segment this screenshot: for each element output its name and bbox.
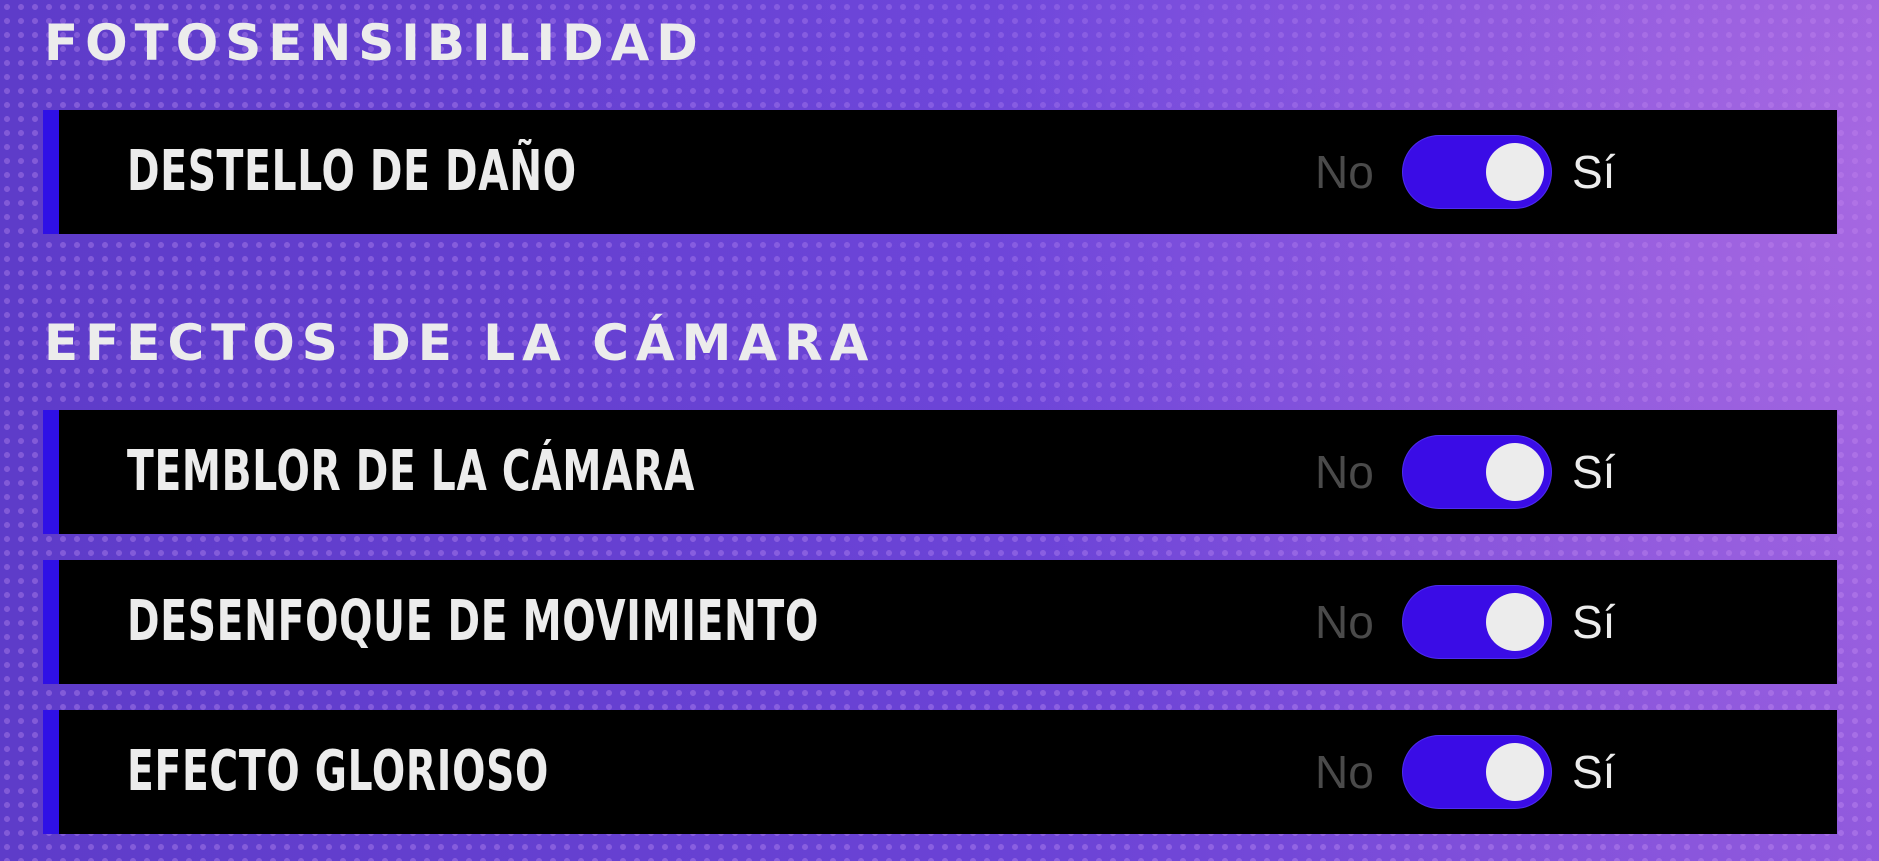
section-title-fotosensibilidad: FOTOSENSIBILIDAD: [44, 14, 705, 72]
toggle-knob: [1486, 143, 1544, 201]
setting-label: TEMBLOR DE LA CÁMARA: [127, 439, 696, 504]
option-no-label: No: [1315, 746, 1374, 798]
setting-row-destello-de-dano[interactable]: DESTELLO DE DAÑO No Sí: [43, 110, 1837, 234]
toggle-knob: [1486, 443, 1544, 501]
setting-label: DESENFOQUE DE MOVIMIENTO: [127, 589, 820, 654]
section-title-efectos-de-la-camara: EFECTOS DE LA CÁMARA: [44, 314, 876, 372]
setting-label: DESTELLO DE DAÑO: [127, 139, 577, 204]
destello-de-dano-toggle[interactable]: [1403, 136, 1551, 208]
setting-row-temblor-de-la-camara[interactable]: TEMBLOR DE LA CÁMARA No Sí: [43, 410, 1837, 534]
desenfoque-de-movimiento-toggle[interactable]: [1403, 586, 1551, 658]
temblor-de-la-camara-toggle[interactable]: [1403, 436, 1551, 508]
option-si-label: Sí: [1572, 746, 1616, 798]
option-si-label: Sí: [1572, 446, 1616, 498]
setting-row-desenfoque-de-movimiento[interactable]: DESENFOQUE DE MOVIMIENTO No Sí: [43, 560, 1837, 684]
setting-row-efecto-glorioso[interactable]: EFECTO GLORIOSO No Sí: [43, 710, 1837, 834]
option-no-label: No: [1315, 446, 1374, 498]
option-si-label: Sí: [1572, 146, 1616, 198]
efecto-glorioso-toggle[interactable]: [1403, 736, 1551, 808]
setting-label: EFECTO GLORIOSO: [127, 739, 550, 804]
option-no-label: No: [1315, 596, 1374, 648]
toggle-knob: [1486, 593, 1544, 651]
toggle-knob: [1486, 743, 1544, 801]
option-si-label: Sí: [1572, 596, 1616, 648]
option-no-label: No: [1315, 146, 1374, 198]
